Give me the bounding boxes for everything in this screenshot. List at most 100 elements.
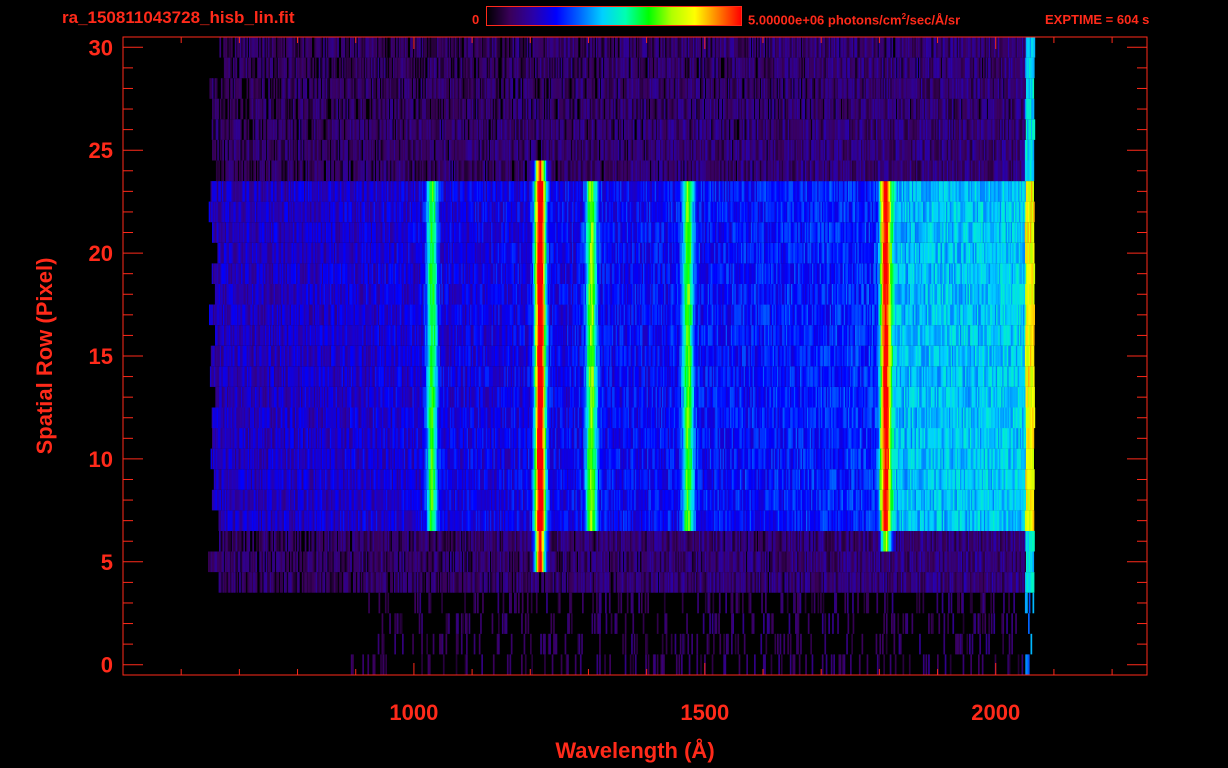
heatmap-cell — [893, 613, 896, 634]
heatmap-cell — [822, 592, 825, 614]
heatmap-cell — [974, 613, 976, 634]
heatmap-cell — [908, 654, 911, 675]
heatmap-cell — [882, 633, 884, 655]
heatmap-cell — [546, 592, 548, 614]
heatmap-cell — [505, 613, 508, 634]
heatmap-cell — [323, 572, 326, 593]
heatmap-cell — [421, 654, 423, 675]
heatmap-cell — [530, 592, 533, 614]
heatmap-cell — [466, 654, 468, 675]
heatmap-cell — [239, 572, 241, 593]
heatmap-cell — [466, 613, 468, 634]
heatmap-cell — [638, 551, 640, 573]
heatmap-cell — [360, 572, 363, 593]
heatmap-cell — [990, 592, 992, 614]
heatmap-cell — [222, 551, 224, 573]
heatmap-cell — [325, 551, 328, 573]
heatmap-cell — [663, 654, 665, 675]
heatmap-cell — [988, 633, 990, 655]
heatmap-cell — [1015, 613, 1017, 634]
heatmap-cell — [899, 633, 902, 655]
heatmap-cell — [1021, 654, 1024, 675]
heatmap-cell — [1033, 530, 1035, 552]
heatmap-cell — [742, 592, 744, 614]
heatmap-cell — [846, 592, 849, 614]
heatmap-cell — [852, 613, 855, 634]
heatmap-cell — [983, 592, 986, 614]
heatmap-cell — [457, 613, 459, 634]
heatmap-cell — [850, 654, 852, 675]
heatmap-cell — [526, 551, 529, 573]
heatmap-cell — [609, 572, 611, 593]
heatmap-cell — [387, 592, 390, 614]
heatmap-cell — [269, 551, 272, 573]
heatmap-cell — [722, 530, 724, 552]
heatmap-cell — [255, 572, 258, 593]
heatmap-cell — [349, 572, 351, 593]
heatmap-cell — [582, 592, 584, 614]
heatmap-cell — [581, 633, 583, 655]
heatmap-cell — [993, 613, 996, 634]
heatmap-cell — [575, 551, 578, 573]
heatmap-cell — [636, 633, 638, 655]
heatmap-cell — [626, 592, 629, 614]
heatmap-cell — [681, 592, 684, 614]
heatmap-cell — [328, 572, 331, 593]
heatmap-cell — [304, 530, 307, 552]
heatmap-cell — [817, 592, 820, 614]
heatmap-cell — [389, 613, 391, 634]
heatmap-cell — [468, 613, 471, 634]
heatmap-cell — [793, 654, 796, 675]
heatmap-cell — [391, 572, 394, 593]
heatmap-cell — [450, 551, 452, 573]
heatmap-cell — [385, 654, 387, 675]
heatmap-cell — [526, 592, 529, 614]
heatmap-cell — [724, 654, 727, 675]
heatmap-cell — [441, 633, 444, 655]
heatmap-cell — [591, 572, 593, 593]
heatmap-cell — [506, 654, 509, 675]
heatmap-cell — [480, 613, 482, 634]
heatmap-cell — [734, 633, 737, 655]
heatmap-cell — [916, 592, 918, 614]
heatmap-cell — [828, 613, 830, 634]
heatmap-cell — [425, 551, 428, 573]
heatmap-cell — [297, 530, 299, 552]
heatmap-cell — [663, 592, 666, 614]
heatmap-cell — [928, 654, 930, 675]
heatmap-cell — [617, 551, 620, 573]
heatmap-cell — [447, 551, 450, 573]
heatmap-cell — [321, 530, 324, 552]
heatmap-cell — [979, 613, 981, 634]
heatmap-cell — [745, 530, 747, 552]
heatmap-cell — [263, 551, 265, 573]
heatmap-cell — [457, 633, 459, 655]
heatmap-cell — [252, 530, 254, 552]
heatmap-cell — [866, 654, 869, 675]
heatmap-cell — [835, 592, 838, 614]
heatmap-cell — [844, 592, 847, 614]
heatmap-cell — [348, 530, 350, 552]
heatmap-cell — [313, 530, 316, 552]
heatmap-cell — [837, 613, 839, 634]
heatmap-cell — [320, 551, 323, 573]
heatmap-cell — [1008, 633, 1011, 655]
heatmap-cell — [681, 654, 683, 675]
heatmap-cell — [847, 613, 850, 634]
heatmap-cell — [255, 551, 258, 573]
heatmap-cell — [594, 613, 596, 634]
heatmap-cell — [419, 592, 422, 614]
heatmap-cell — [414, 592, 416, 614]
heatmap-cell — [755, 530, 757, 552]
heatmap-cell — [938, 613, 941, 634]
heatmap-cell — [599, 613, 601, 634]
heatmap-cell — [564, 633, 567, 655]
heatmap-cell — [883, 613, 885, 634]
heatmap-cell — [338, 551, 341, 573]
heatmap-cell — [498, 633, 500, 655]
heatmap-cell — [906, 613, 909, 634]
heatmap-cell — [711, 654, 714, 675]
heatmap-cell — [1028, 592, 1031, 614]
heatmap-cell — [690, 551, 693, 573]
heatmap-cell — [560, 654, 563, 675]
